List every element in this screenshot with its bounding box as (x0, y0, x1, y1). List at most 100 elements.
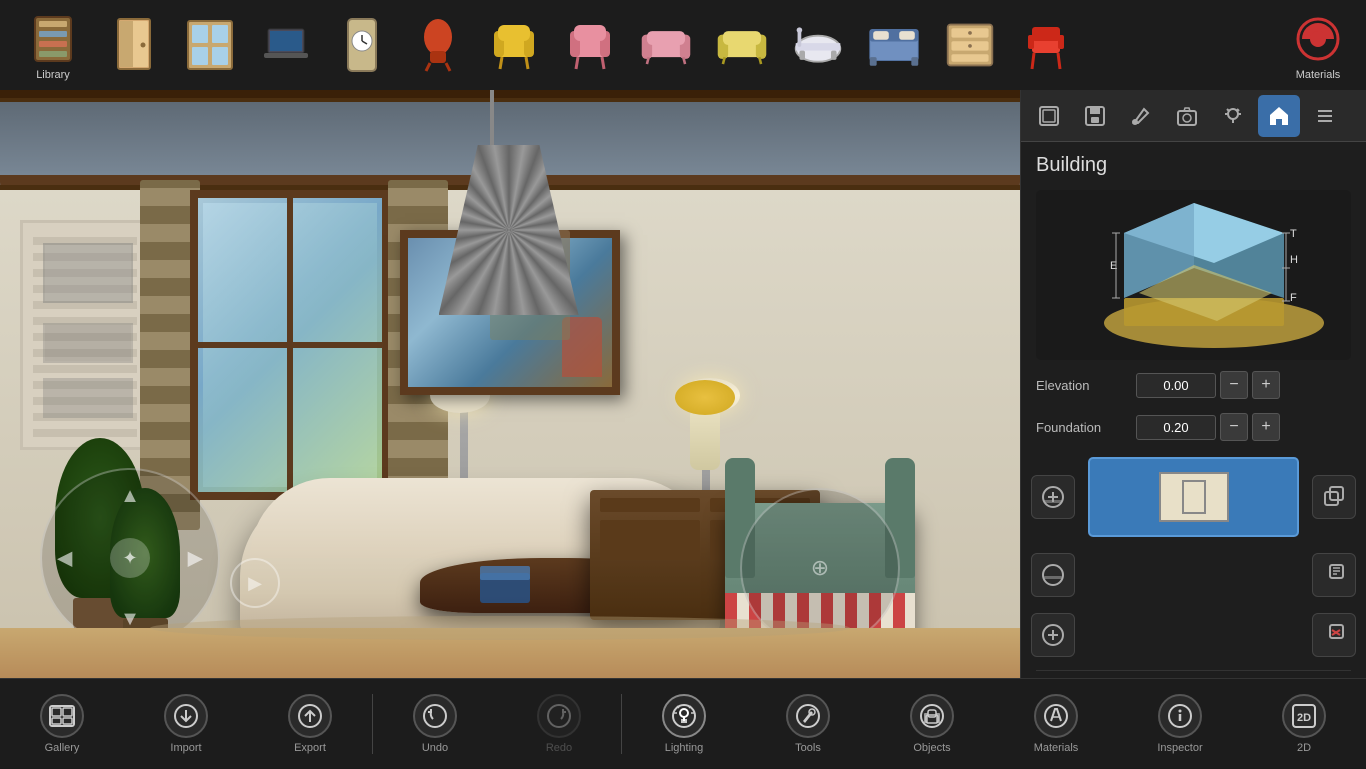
nav-arrow-left[interactable]: ◀ (57, 546, 72, 571)
export-label: Export (294, 742, 326, 754)
pink-chair-icon (564, 15, 616, 75)
redo-btn[interactable]: Redo (497, 679, 621, 769)
import-label: Import (170, 742, 201, 754)
library-label: Library (36, 69, 70, 81)
top-item-chair-red[interactable] (408, 15, 468, 75)
move-down-btn[interactable] (1031, 553, 1075, 597)
svg-text:F: F (1290, 292, 1297, 304)
icon-grid-row2 (1021, 545, 1366, 605)
gallery-label: Gallery (45, 742, 80, 754)
story-thumbnail[interactable] (1088, 457, 1299, 537)
inspector-label: Inspector (1157, 742, 1202, 754)
foundation-row: Foundation − + (1021, 407, 1366, 447)
panel-tab-list[interactable] (1304, 95, 1346, 137)
inspector-icon (1158, 694, 1202, 738)
lighting-label: Lighting (665, 742, 704, 754)
add-below-btn[interactable] (1031, 613, 1075, 657)
right-panel: Building T H F E (1020, 90, 1366, 768)
gallery-btn[interactable]: Gallery (0, 679, 124, 769)
top-item-chair-pink[interactable] (560, 15, 620, 75)
clock-icon (336, 15, 388, 75)
2d-btn[interactable]: 2D 2D (1242, 679, 1366, 769)
sofa-pink-icon (640, 15, 692, 75)
top-item-dresser2[interactable] (940, 15, 1000, 75)
top-item-sofa-pink[interactable] (636, 15, 696, 75)
yellow-armchair-icon (488, 15, 540, 75)
nav-center[interactable]: ✦ (110, 538, 150, 578)
inspector-btn[interactable]: Inspector (1118, 679, 1242, 769)
bed-icon (868, 15, 920, 75)
bottom-toolbar: Gallery Import Export Undo Redo Lighting (0, 678, 1366, 768)
top-item-chair-red2[interactable] (1016, 15, 1076, 75)
panel-tab-light[interactable] (1212, 95, 1254, 137)
foundation-minus-btn[interactable]: − (1220, 413, 1248, 441)
elevation-plus-btn[interactable]: + (1252, 371, 1280, 399)
building-diagram: T H F E (1036, 190, 1351, 360)
dresser2-icon (944, 15, 996, 75)
svg-text:2D: 2D (1297, 712, 1311, 724)
copy-btn[interactable] (1312, 475, 1356, 519)
top-item-window[interactable] (180, 15, 240, 75)
panel-tab-home[interactable] (1258, 95, 1300, 137)
materials-bottom-label: Materials (1034, 742, 1079, 754)
top-item-bed[interactable] (864, 15, 924, 75)
export-btn[interactable]: Export (248, 679, 372, 769)
tools-icon (786, 694, 830, 738)
top-item-bathtub[interactable] (788, 15, 848, 75)
foundation-input[interactable] (1136, 415, 1216, 440)
story-thumb-inner (1159, 472, 1229, 522)
undo-icon (413, 694, 457, 738)
icon-grid-row3 (1021, 605, 1366, 665)
sofa-yellow-icon (716, 15, 768, 75)
door-icon (108, 15, 160, 75)
panel-tab-camera[interactable] (1166, 95, 1208, 137)
panel-tab-save[interactable] (1074, 95, 1116, 137)
top-item-armchair-yellow[interactable] (484, 15, 544, 75)
lighting-icon (662, 694, 706, 738)
import-btn[interactable]: Import (124, 679, 248, 769)
materials-label: Materials (1296, 69, 1341, 81)
elevation-row: Elevation − + (1021, 365, 1366, 405)
red-chair-icon (412, 15, 464, 75)
redo-label: Redo (546, 742, 572, 754)
top-item-laptop[interactable] (256, 15, 316, 75)
undo-label: Undo (422, 742, 448, 754)
sidebar-item-library[interactable]: Library (18, 9, 88, 81)
export-icon (288, 694, 332, 738)
top-toolbar: Library (0, 0, 1366, 90)
tools-btn[interactable]: Tools (746, 679, 870, 769)
foundation-label: Foundation (1036, 420, 1136, 435)
materials-bottom-btn[interactable]: Materials (994, 679, 1118, 769)
panel-tab-paint[interactable] (1120, 95, 1162, 137)
2d-label: 2D (1297, 742, 1311, 754)
delete-btn[interactable] (1312, 613, 1356, 657)
bathtub-icon (792, 15, 844, 75)
top-item-clock[interactable] (332, 15, 392, 75)
top-item-door[interactable] (104, 15, 164, 75)
paste-btn[interactable] (1312, 553, 1356, 597)
foundation-plus-btn[interactable]: + (1252, 413, 1280, 441)
import-icon (164, 694, 208, 738)
objects-btn[interactable]: Objects (870, 679, 994, 769)
top-item-sofa-yellow[interactable] (712, 15, 772, 75)
objects-icon (910, 694, 954, 738)
panel-tab-select[interactable] (1028, 95, 1070, 137)
main-viewport[interactable]: ▲ ▼ ◀ ▶ ✦ ▶ ⊕ (0, 90, 1020, 768)
elevation-input[interactable] (1136, 373, 1216, 398)
rotate-icon: ⊕ (811, 555, 829, 581)
laptop-icon (260, 15, 312, 75)
2d-icon: 2D (1282, 694, 1326, 738)
materials-button[interactable]: Materials (1288, 9, 1348, 81)
nav-arrow-up[interactable]: ▲ (120, 485, 140, 508)
nav-right-arrow[interactable]: ▶ (230, 558, 280, 608)
elevation-minus-btn[interactable]: − (1220, 371, 1248, 399)
tools-label: Tools (795, 742, 821, 754)
nav-control-left[interactable]: ▲ ▼ ◀ ▶ ✦ (40, 468, 220, 648)
icon-grid-row1 (1021, 449, 1366, 545)
add-floor-btn[interactable] (1031, 475, 1075, 519)
undo-btn[interactable]: Undo (373, 679, 497, 769)
window-icon (184, 15, 236, 75)
objects-label: Objects (913, 742, 950, 754)
nav-arrow-right[interactable]: ▶ (188, 546, 203, 571)
lighting-btn[interactable]: Lighting (622, 679, 746, 769)
